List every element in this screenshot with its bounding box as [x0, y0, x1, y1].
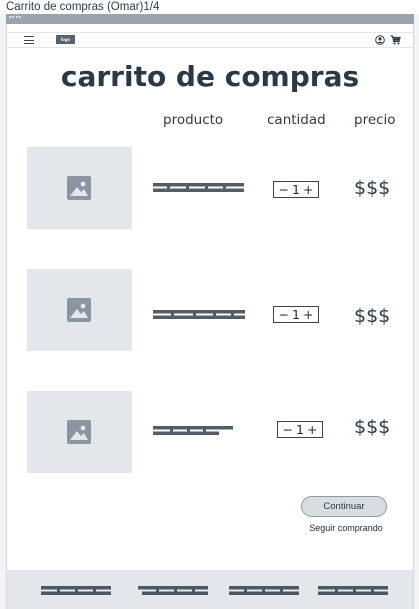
product-name-placeholder: [153, 426, 233, 435]
quantity-value: 1: [292, 182, 300, 197]
footer-link[interactable]: [41, 586, 111, 595]
window-title-bar: Carrito de compras (Omar)1/4: [0, 0, 419, 14]
increment-button[interactable]: +: [303, 307, 313, 322]
continue-button[interactable]: Continuar: [301, 496, 387, 517]
decrement-button[interactable]: −: [283, 422, 293, 437]
item-price: $$$: [354, 305, 391, 327]
hamburger-icon[interactable]: [24, 36, 34, 44]
item-price: $$$: [354, 177, 391, 199]
quantity-stepper[interactable]: −1 +: [277, 421, 323, 438]
footer-link[interactable]: [318, 586, 388, 595]
column-header-price: precio: [354, 112, 396, 128]
image-placeholder-icon: [67, 298, 91, 322]
decrement-button[interactable]: −: [279, 182, 289, 197]
image-placeholder-icon: [67, 420, 91, 444]
footer: [7, 570, 413, 609]
product-image: [27, 269, 132, 351]
image-placeholder-icon: [67, 176, 91, 200]
product-image: [27, 391, 132, 473]
quantity-stepper[interactable]: −1 +: [273, 306, 319, 323]
cart-screen: logo carrito de compras producto cantida…: [6, 24, 414, 609]
increment-button[interactable]: +: [307, 422, 317, 437]
window-title: Carrito de compras (Omar)1/4: [6, 1, 160, 13]
cart-item: −1 + $$$: [7, 147, 413, 229]
product-name-placeholder: [153, 310, 245, 319]
keep-shopping-link[interactable]: Seguir comprando: [301, 523, 391, 533]
quantity-value: 1: [292, 307, 300, 322]
quantity-value: 1: [296, 422, 304, 437]
quantity-stepper[interactable]: −1 +: [273, 181, 319, 198]
footer-link[interactable]: [138, 586, 208, 595]
decrement-button[interactable]: −: [279, 307, 289, 322]
cart-item: −1 + $$$: [7, 391, 413, 473]
increment-button[interactable]: +: [303, 182, 313, 197]
page-title: carrito de compras: [60, 60, 360, 93]
footer-link[interactable]: [229, 586, 299, 595]
column-header-quantity: cantidad: [267, 112, 326, 128]
item-price: $$$: [354, 416, 391, 438]
product-image: [27, 147, 132, 229]
logo[interactable]: logo: [56, 35, 75, 44]
product-name-placeholder: [153, 183, 244, 192]
cart-item: −1 + $$$: [7, 269, 413, 351]
frame-strip: [6, 14, 414, 24]
top-navigation: logo: [7, 32, 413, 48]
user-icon[interactable]: [375, 35, 385, 45]
column-header-product: producto: [163, 112, 224, 128]
cart-icon[interactable]: [390, 35, 401, 45]
